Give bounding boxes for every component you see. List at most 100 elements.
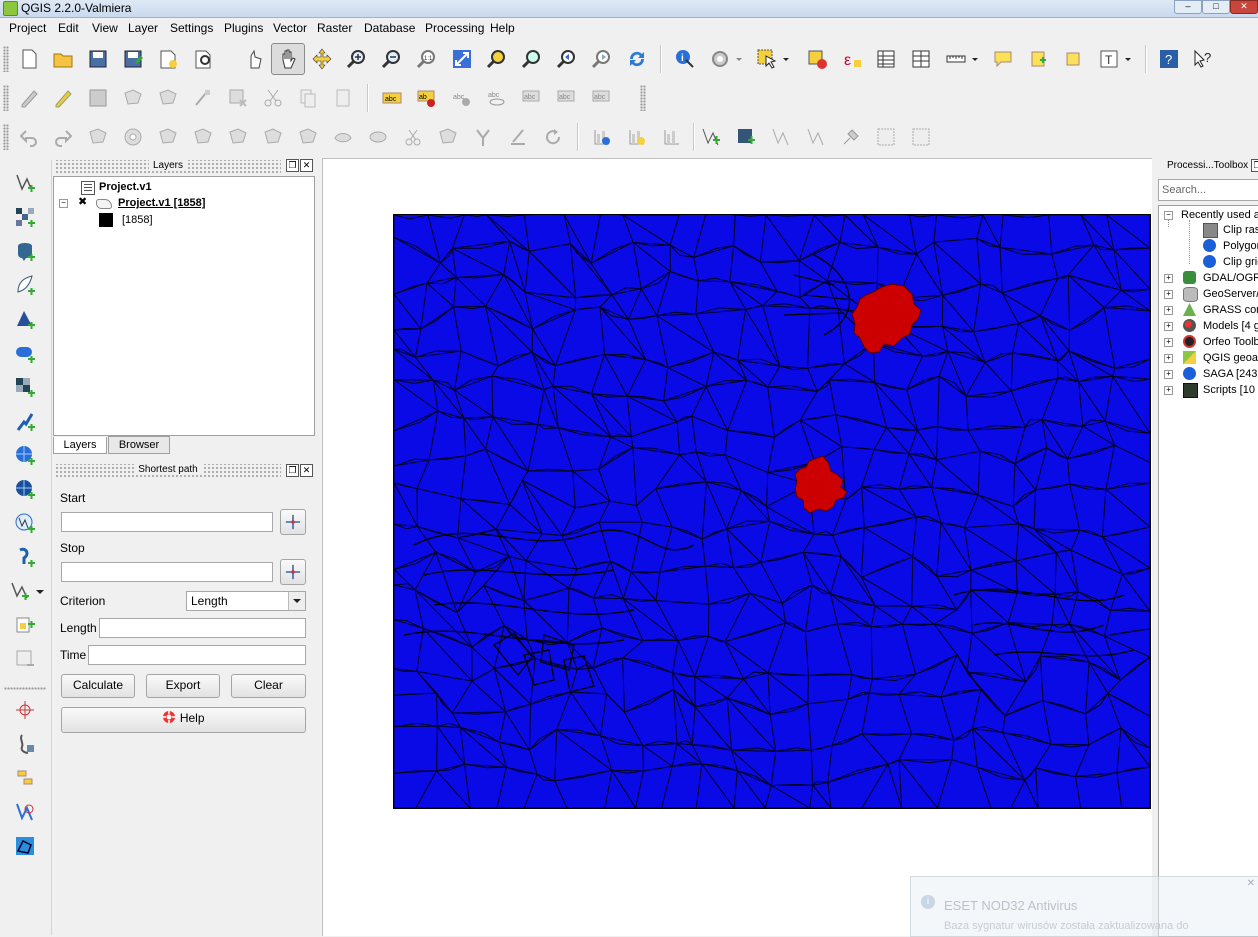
- text-annotation-icon[interactable]: T: [1096, 46, 1122, 72]
- expand-toggle[interactable]: +: [1164, 338, 1173, 347]
- chevron-down-icon[interactable]: [969, 46, 981, 72]
- menu-edit[interactable]: Edit: [58, 21, 79, 35]
- add-feature-icon[interactable]: [120, 85, 146, 111]
- identify-features-icon[interactable]: i: [672, 46, 698, 72]
- expand-toggle[interactable]: +: [1164, 370, 1173, 379]
- reshape-features-icon[interactable]: [295, 124, 321, 150]
- redo-icon[interactable]: [50, 124, 76, 150]
- fill-ring-icon[interactable]: [190, 124, 216, 150]
- highlight-pinned-labels-icon[interactable]: abc: [449, 85, 475, 111]
- zoom-out-icon[interactable]: [379, 46, 405, 72]
- road-graph-icon[interactable]: [12, 731, 38, 757]
- add-vector-layer-icon[interactable]: [12, 170, 38, 196]
- whats-this-icon[interactable]: ?: [1190, 46, 1216, 72]
- new-shapefile-layer-icon[interactable]: [698, 124, 724, 150]
- close-panel-button[interactable]: ✕: [300, 464, 313, 477]
- new-gpx-layer-icon[interactable]: [768, 124, 794, 150]
- menu-processing[interactable]: Processing: [425, 21, 484, 35]
- menu-plugins[interactable]: Plugins: [224, 21, 263, 35]
- touch-zoom-icon[interactable]: [241, 46, 267, 72]
- chevron-down-icon[interactable]: [780, 46, 792, 72]
- calculate-button[interactable]: Calculate: [61, 674, 135, 698]
- current-edits-icon[interactable]: [16, 85, 42, 111]
- toolbox-tree[interactable]: − Recently used a Clip ras Polygor Clip …: [1158, 205, 1258, 937]
- tab-browser[interactable]: Browser: [108, 436, 170, 454]
- toolbar-grip[interactable]: [3, 46, 9, 72]
- expand-toggle[interactable]: +: [1164, 274, 1173, 283]
- rotate-label-icon[interactable]: abc: [554, 85, 580, 111]
- add-spatialite-layer-icon[interactable]: [12, 272, 38, 298]
- pan-to-selection-icon[interactable]: [309, 46, 335, 72]
- minimize-button[interactable]: –: [1174, 0, 1202, 14]
- toolbox-search-input[interactable]: Search...: [1158, 179, 1258, 201]
- pin-labels-icon[interactable]: ab: [414, 85, 440, 111]
- help-contents-icon[interactable]: ?: [1156, 46, 1182, 72]
- chevron-down-icon[interactable]: [288, 592, 305, 610]
- add-delimited-text-icon[interactable]: [803, 124, 829, 150]
- expand-toggle[interactable]: +: [1164, 322, 1173, 331]
- float-panel-button[interactable]: ❐: [286, 159, 299, 172]
- toolbar-grip[interactable]: [4, 687, 46, 690]
- show-bookmarks-icon[interactable]: [1060, 46, 1086, 72]
- copy-features-icon[interactable]: [295, 85, 321, 111]
- chevron-down-icon[interactable]: [733, 46, 745, 72]
- expand-toggle[interactable]: +: [1164, 354, 1173, 363]
- zoom-in-icon[interactable]: [344, 46, 370, 72]
- toolbar-grip[interactable]: [640, 85, 646, 111]
- run-feature-action-icon[interactable]: [707, 46, 733, 72]
- close-button[interactable]: ✕: [1230, 0, 1258, 14]
- add-layer-hook-icon[interactable]: [12, 544, 38, 570]
- add-ring-icon[interactable]: [120, 124, 146, 150]
- menu-layer[interactable]: Layer: [128, 21, 158, 35]
- coordinate-capture-icon[interactable]: [12, 697, 38, 723]
- add-raster-group-icon[interactable]: [12, 612, 38, 638]
- split-features-icon[interactable]: [365, 124, 391, 150]
- zoom-actual-size-icon[interactable]: 1:1: [414, 46, 440, 72]
- composer-manager-icon[interactable]: [190, 46, 216, 72]
- new-print-composer-icon[interactable]: [155, 46, 181, 72]
- menu-help[interactable]: Help: [490, 21, 515, 35]
- move-label-icon[interactable]: abc: [519, 85, 545, 111]
- topology-checker-icon[interactable]: [12, 765, 38, 791]
- float-panel-button[interactable]: ❐: [286, 464, 299, 477]
- start-field[interactable]: [61, 512, 273, 532]
- new-vector-layer-icon[interactable]: [8, 578, 34, 604]
- export-button[interactable]: Export: [146, 674, 220, 698]
- node-tool-icon[interactable]: [190, 85, 216, 111]
- add-gpx-layer-icon[interactable]: [12, 510, 38, 536]
- tab-layers[interactable]: Layers: [53, 437, 107, 454]
- layer-name[interactable]: Project.v1 [1858]: [118, 197, 205, 209]
- expand-toggle[interactable]: +: [1164, 306, 1173, 315]
- zoom-last-icon[interactable]: [554, 46, 580, 72]
- layer-group-label[interactable]: Project.v1: [99, 181, 152, 193]
- delete-part-icon[interactable]: [260, 124, 286, 150]
- new-spatialite-layer-icon[interactable]: [733, 124, 759, 150]
- stop-field[interactable]: [61, 562, 273, 582]
- zoom-to-selection-icon[interactable]: [484, 46, 510, 72]
- heatmap-icon[interactable]: [873, 124, 899, 150]
- deselect-features-icon[interactable]: [804, 46, 830, 72]
- menu-raster[interactable]: Raster: [317, 21, 352, 35]
- show-hide-labels-icon[interactable]: abc: [484, 85, 510, 111]
- select-features-icon[interactable]: [754, 46, 780, 72]
- close-panel-button[interactable]: ✕: [300, 159, 313, 172]
- histogram-stretch-icon[interactable]: [624, 124, 650, 150]
- add-wms-layer-icon[interactable]: [12, 374, 38, 400]
- menu-settings[interactable]: Settings: [170, 21, 213, 35]
- zoom-to-layer-icon[interactable]: [519, 46, 545, 72]
- chevron-down-icon[interactable]: [1122, 46, 1134, 72]
- simplify-feature-icon[interactable]: [85, 124, 111, 150]
- notification-close-icon[interactable]: ✕: [1247, 878, 1255, 889]
- add-oracle-layer-icon[interactable]: [12, 340, 38, 366]
- new-bookmark-icon[interactable]: [1025, 46, 1051, 72]
- help-button[interactable]: Help: [61, 707, 306, 733]
- rotate-point-symbols-icon[interactable]: [505, 124, 531, 150]
- georeferencer-icon[interactable]: [838, 124, 864, 150]
- clear-button[interactable]: Clear: [231, 674, 306, 698]
- menu-database[interactable]: Database: [364, 21, 415, 35]
- offset-curve-icon[interactable]: [330, 124, 356, 150]
- measure-line-icon[interactable]: [943, 46, 969, 72]
- length-field[interactable]: [99, 618, 306, 638]
- split-parts-icon[interactable]: [400, 124, 426, 150]
- layer-visibility-checkbox[interactable]: ✖: [78, 197, 89, 208]
